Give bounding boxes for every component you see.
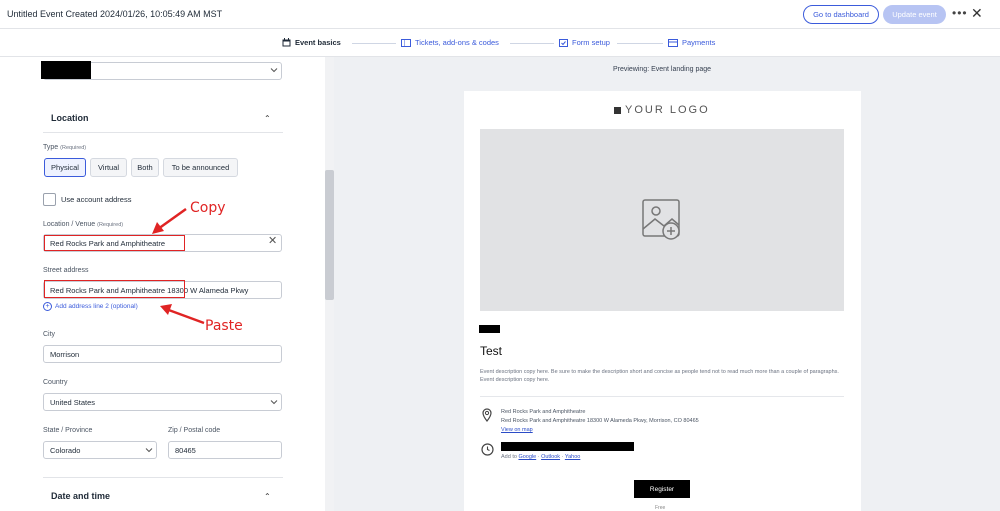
- step-connector: [352, 43, 396, 44]
- type-tba-button[interactable]: To be announced: [163, 158, 238, 177]
- divider: [480, 396, 844, 397]
- more-horizontal-icon[interactable]: •••: [952, 7, 968, 19]
- copy-highlight-box: [44, 235, 185, 251]
- yahoo-calendar-link[interactable]: Yahoo: [565, 454, 581, 460]
- required-tag: (Required): [60, 145, 87, 151]
- copy-arrow: [152, 207, 187, 234]
- add-to-label: Add to: [501, 454, 517, 460]
- tab-event-basics[interactable]: Event basics: [282, 38, 341, 47]
- state-select[interactable]: Colorado: [43, 441, 157, 459]
- state-label: State / Province: [43, 427, 93, 434]
- type-virtual-button[interactable]: Virtual: [90, 158, 127, 177]
- event-description: Event description copy here. Be sure to …: [480, 369, 839, 383]
- scrollbar-thumb[interactable]: [325, 170, 334, 300]
- type-both-button[interactable]: Both: [131, 158, 159, 177]
- paste-annotation: Paste: [205, 318, 243, 334]
- country-select[interactable]: United States: [43, 393, 282, 411]
- chevron-down-icon: [270, 68, 278, 73]
- redacted-block: [41, 61, 91, 79]
- update-event-button[interactable]: Update event: [883, 5, 946, 24]
- step-label: Event basics: [295, 38, 341, 47]
- plus-circle-icon: +: [43, 302, 52, 311]
- redacted-block: [479, 325, 500, 333]
- outlook-calendar-link[interactable]: Outlook: [541, 454, 560, 460]
- date-time-section-header[interactable]: Date and time: [51, 491, 110, 501]
- close-icon[interactable]: ✕: [971, 6, 983, 20]
- event-title-header: Untitled Event Created 2024/01/26, 10:05…: [7, 9, 223, 19]
- register-button[interactable]: Register: [634, 480, 690, 498]
- city-input[interactable]: Morrison: [43, 345, 282, 363]
- location-name: Red Rocks Park and Amphitheatre: [501, 409, 586, 415]
- add-address-line-2-link[interactable]: + Add address line 2 (optional): [43, 302, 138, 311]
- event-image-placeholder[interactable]: [480, 129, 844, 311]
- zip-input[interactable]: 80465: [168, 441, 282, 459]
- street-label: Street address: [43, 267, 89, 274]
- type-label: Type (Required): [43, 144, 86, 151]
- country-label: Country: [43, 379, 68, 386]
- add-image-icon: [642, 199, 680, 240]
- tab-payments[interactable]: Payments: [668, 38, 715, 47]
- location-pin-icon: [482, 408, 492, 422]
- tab-form-setup[interactable]: Form setup: [559, 38, 610, 47]
- divider: [43, 132, 283, 133]
- event-title: Test: [480, 344, 503, 358]
- chevron-up-icon[interactable]: ⌃: [264, 114, 271, 123]
- step-navigation: Event basics Tickets, add-ons & codes Fo…: [0, 30, 1000, 57]
- paste-arrow: [160, 304, 205, 325]
- use-account-address-label: Use account address: [61, 195, 132, 204]
- ticket-icon: [401, 38, 411, 47]
- preview-label: Previewing: Event landing page: [612, 66, 712, 73]
- step-label: Form setup: [572, 38, 610, 47]
- chevron-up-icon[interactable]: ⌃: [264, 492, 271, 501]
- type-label-text: Type: [43, 144, 59, 151]
- required-tag: (Required): [97, 222, 124, 228]
- zip-label: Zip / Postal code: [168, 427, 221, 434]
- add-address-line-2-text: Add address line 2 (optional): [55, 303, 138, 310]
- chevron-down-icon: [145, 448, 153, 453]
- redacted-block: [501, 442, 634, 451]
- divider: [43, 477, 283, 478]
- copy-annotation: Copy: [190, 200, 226, 216]
- price-label: Free: [655, 505, 666, 511]
- location-section-header[interactable]: Location: [51, 113, 89, 123]
- google-calendar-link[interactable]: Google: [518, 454, 536, 460]
- logo-mark-icon: [614, 106, 621, 114]
- form-icon: [559, 39, 568, 47]
- venue-label: Location / Venue (Required): [43, 221, 123, 228]
- step-label: Tickets, add-ons & codes: [415, 38, 499, 47]
- calendar-icon: [282, 38, 291, 47]
- clear-icon[interactable]: ✕: [268, 236, 277, 247]
- step-connector: [617, 43, 663, 44]
- go-to-dashboard-button[interactable]: Go to dashboard: [803, 5, 879, 24]
- card-icon: [668, 38, 678, 47]
- add-to-calendar-line: Add to Google · Outlook · Yahoo: [501, 454, 581, 460]
- use-account-address-checkbox[interactable]: [43, 193, 56, 206]
- type-physical-button[interactable]: Physical: [44, 158, 86, 177]
- step-label: Payments: [682, 38, 716, 47]
- view-on-map-link[interactable]: View on map: [501, 427, 533, 433]
- paste-highlight-box: [44, 280, 185, 298]
- state-value: Colorado: [50, 445, 81, 455]
- logo: YOUR LOGO: [614, 104, 710, 116]
- venue-label-text: Location / Venue: [43, 221, 96, 228]
- tab-tickets[interactable]: Tickets, add-ons & codes: [401, 38, 499, 47]
- top-bar: Untitled Event Created 2024/01/26, 10:05…: [0, 0, 1000, 29]
- chevron-down-icon: [270, 400, 278, 405]
- step-connector: [510, 43, 554, 44]
- country-value: United States: [50, 397, 96, 407]
- clock-icon: [481, 443, 494, 456]
- location-address: Red Rocks Park and Amphitheatre 18300 W …: [501, 418, 699, 424]
- city-label: City: [43, 331, 56, 338]
- logo-text: YOUR LOGO: [625, 104, 710, 116]
